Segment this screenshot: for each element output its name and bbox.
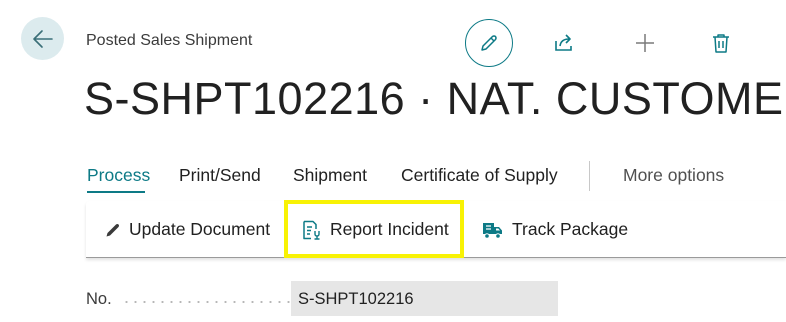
- plus-icon: [636, 34, 654, 52]
- tab-divider: [589, 161, 590, 191]
- field-value[interactable]: S-SHPT102216: [291, 281, 558, 316]
- edit-button[interactable]: [465, 19, 513, 67]
- active-tab-indicator: [87, 191, 145, 193]
- back-button[interactable]: [21, 17, 64, 60]
- share-icon: [555, 34, 572, 51]
- track-package-label: Track Package: [512, 219, 629, 239]
- pencil-icon: [105, 222, 121, 238]
- update-document-label: Update Document: [129, 219, 271, 239]
- field-label: No.: [86, 290, 112, 308]
- share-button[interactable]: [541, 19, 589, 67]
- field-leader-dots: [122, 301, 292, 303]
- page-title: S-SHPT102216 · NAT. CUSTOMER: [84, 73, 786, 124]
- field-no: No. S-SHPT102216: [86, 281, 558, 316]
- update-document-button[interactable]: Update Document: [105, 201, 270, 258]
- page-caption: Posted Sales Shipment: [86, 32, 253, 49]
- delete-button[interactable]: [697, 19, 745, 67]
- report-incident-icon: [302, 220, 322, 240]
- trash-icon: [713, 34, 729, 53]
- add-button[interactable]: [621, 19, 669, 67]
- tab-process[interactable]: Process: [87, 165, 150, 186]
- report-incident-label: Report Incident: [330, 219, 449, 239]
- pencil-icon: [481, 35, 497, 51]
- arrow-left-icon: [32, 29, 53, 48]
- tab-print-send[interactable]: Print/Send: [179, 165, 261, 186]
- tab-more-options[interactable]: More options: [623, 165, 724, 186]
- report-incident-button[interactable]: Report Incident: [302, 201, 449, 258]
- action-toolbar: Update Document Report Incident Track Pa…: [86, 201, 786, 258]
- truck-icon: [482, 220, 504, 240]
- tab-shipment[interactable]: Shipment: [293, 165, 367, 186]
- track-package-button[interactable]: Track Package: [482, 201, 628, 258]
- tab-certificate-of-supply[interactable]: Certificate of Supply: [401, 165, 558, 186]
